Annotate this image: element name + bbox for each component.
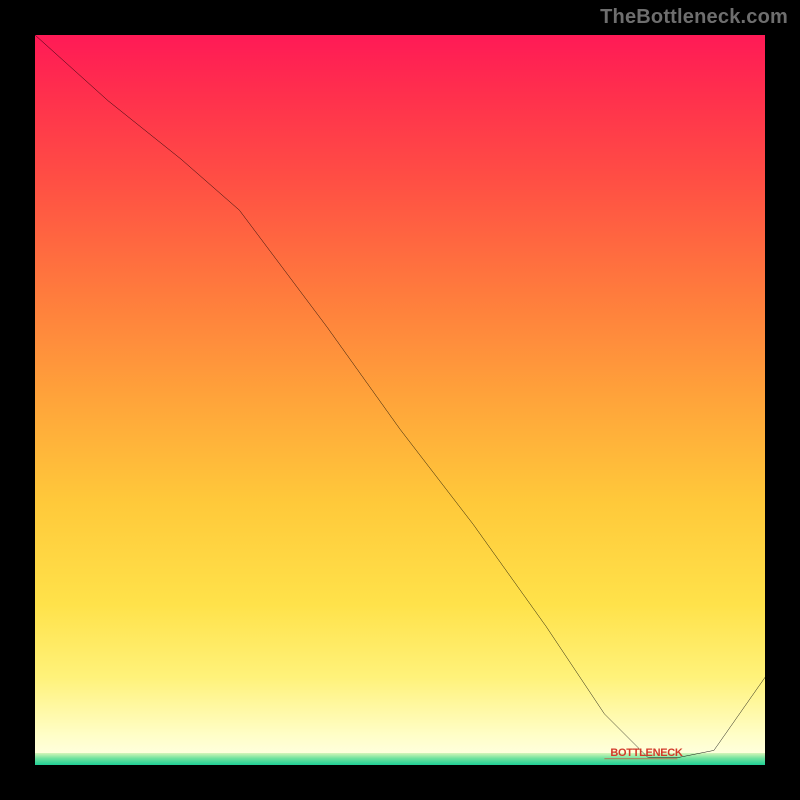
plot-area: BOTTLENECK — [30, 30, 770, 770]
main-curve — [35, 35, 765, 758]
watermark-text: TheBottleneck.com — [600, 6, 788, 29]
curve-layer — [35, 35, 765, 765]
chart-root: TheBottleneck.com BOTTLENECK — [0, 0, 800, 800]
valley-label: BOTTLENECK — [610, 747, 682, 759]
